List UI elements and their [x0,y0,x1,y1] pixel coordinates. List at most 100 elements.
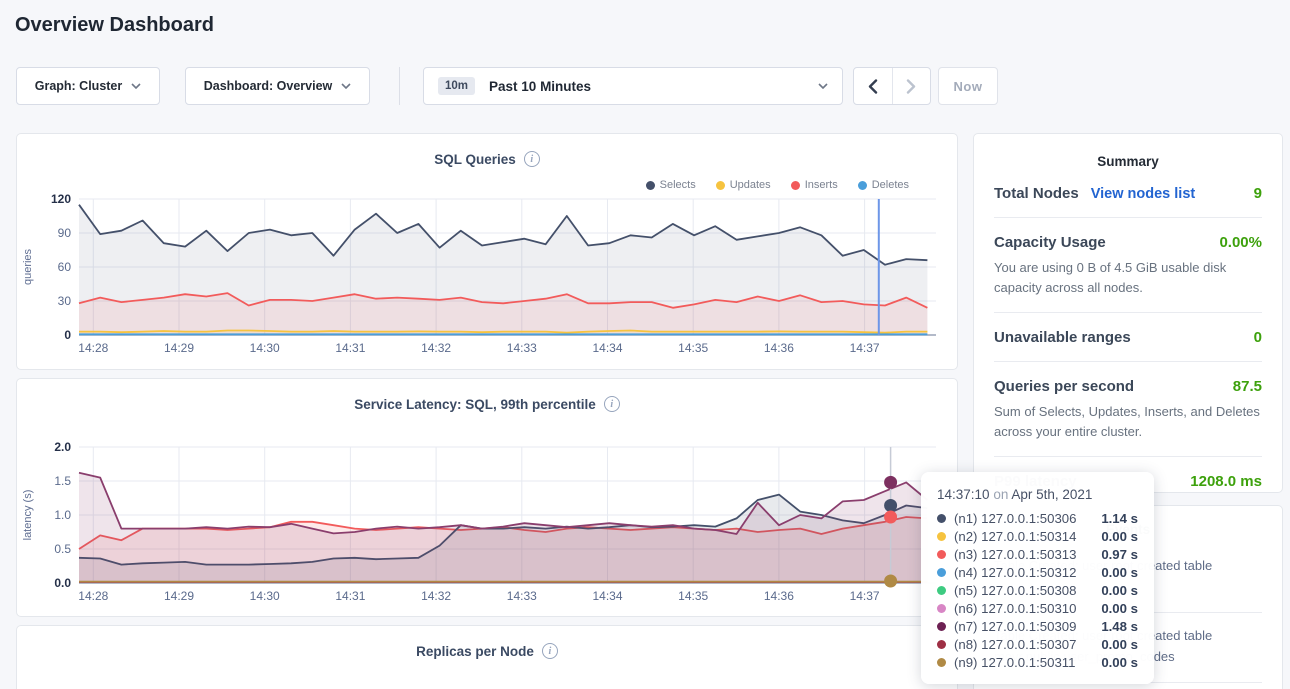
capacity-usage-value: 0.00% [1219,234,1262,251]
node-color-dot [937,640,946,649]
svg-text:60: 60 [58,260,72,274]
unavailable-ranges-value: 0 [1254,329,1262,346]
legend-dot [858,181,867,190]
graph-dropdown[interactable]: Graph: Cluster [16,67,160,105]
node-latency-value: 1.48 s [1101,619,1138,634]
sql-queries-title: SQL Queries [434,152,516,167]
tooltip-node-row: (n4) 127.0.0.1:50312 0.00 s [937,563,1138,581]
legend-item-updates[interactable]: Updates [716,179,771,191]
legend-dot [716,181,725,190]
svg-text:14:34: 14:34 [592,341,622,355]
svg-text:14:37: 14:37 [850,589,880,603]
svg-text:latency (s): latency (s) [22,490,34,541]
info-icon[interactable]: i [604,396,620,412]
summary-title: Summary [994,154,1262,169]
node-latency-value: 0.00 s [1101,583,1138,598]
node-latency-value: 0.00 s [1101,565,1138,580]
svg-text:120: 120 [51,193,71,206]
svg-text:90: 90 [58,226,72,240]
chevron-down-icon [131,83,141,89]
tooltip-node-row: (n6) 127.0.0.1:503100.00 s [937,599,1138,617]
view-nodes-list-link[interactable]: View nodes list [1091,186,1196,202]
dashboard-dropdown[interactable]: Dashboard: Overview [185,67,370,105]
node-address: (n9) 127.0.0.1:50311 [954,655,1075,670]
svg-text:14:37: 14:37 [850,341,880,355]
svg-text:14:35: 14:35 [678,341,708,355]
capacity-usage-label: Capacity Usage [994,234,1106,251]
node-latency-value: 0.00 s [1101,655,1138,670]
node-color-dot [937,622,946,631]
svg-text:14:29: 14:29 [164,341,194,355]
svg-text:14:36: 14:36 [764,341,794,355]
sql-queries-card: SQL Queries i Selects Updates Inserts Delet… [16,133,958,370]
replicas-per-node-card: Replicas per Node i [16,625,958,689]
svg-text:14:30: 14:30 [250,589,280,603]
total-nodes-value: 9 [1254,185,1262,202]
service-latency-chart[interactable]: 0.00.51.01.52.014:2814:2914:3014:3114:32… [17,441,957,607]
tooltip-node-row: (n2) 127.0.0.1:50314 0.00 s [937,527,1138,545]
summary-row-capacity: Capacity Usage 0.00% You are using 0 B o… [994,218,1262,313]
capacity-usage-description: You are using 0 B of 4.5 GiB usable disk… [994,258,1262,297]
svg-text:1.5: 1.5 [54,474,71,488]
tooltip-node-row: (n5) 127.0.0.1:503080.00 s [937,581,1138,599]
node-address: (n3) 127.0.0.1:50313 [954,547,1076,562]
legend-dot [646,181,655,190]
svg-text:1.0: 1.0 [54,508,71,522]
summary-panel: Summary Total Nodes View nodes list 9 Ca… [973,133,1283,493]
node-address: (n4) 127.0.0.1:50312 [954,565,1076,580]
legend-item-inserts[interactable]: Inserts [791,179,838,191]
svg-text:14:28: 14:28 [78,341,108,355]
time-range-dropdown[interactable]: 10m Past 10 Minutes [423,67,843,105]
svg-text:14:29: 14:29 [164,589,194,603]
svg-text:14:30: 14:30 [250,341,280,355]
info-icon[interactable]: i [524,151,540,167]
summary-row-total-nodes: Total Nodes View nodes list 9 [994,169,1262,218]
qps-value: 87.5 [1233,378,1262,395]
node-latency-value: 0.00 s [1101,637,1138,652]
node-color-dot [937,658,946,667]
tooltip-node-row: (n9) 127.0.0.1:50311 0.00 s [937,653,1138,671]
svg-text:2.0: 2.0 [54,441,71,454]
tooltip-node-row: (n8) 127.0.0.1:503070.00 s [937,635,1138,653]
time-nav-group [853,67,931,105]
time-forward-button[interactable] [892,68,931,104]
svg-text:14:33: 14:33 [507,341,537,355]
node-address: (n7) 127.0.0.1:50309 [954,619,1076,634]
legend-item-selects[interactable]: Selects [646,179,696,191]
legend-item-deletes[interactable]: Deletes [858,179,909,191]
info-icon[interactable]: i [542,643,558,659]
chevron-down-icon [818,83,828,89]
qps-label: Queries per second [994,378,1134,395]
node-latency-value: 0.00 s [1101,529,1138,544]
node-color-dot [937,568,946,577]
svg-text:30: 30 [58,294,72,308]
summary-row-unavailable-ranges: Unavailable ranges 0 [994,313,1262,362]
svg-text:0.5: 0.5 [54,542,71,556]
time-range-label: Past 10 Minutes [489,79,591,94]
sql-queries-chart[interactable]: 030609012014:2814:2914:3014:3114:3214:33… [17,193,957,359]
chevron-left-icon [868,79,878,94]
node-latency-value: 0.00 s [1101,601,1138,616]
node-address: (n2) 127.0.0.1:50314 [954,529,1076,544]
dashboard-dropdown-label: Dashboard: Overview [204,79,333,93]
node-color-dot [937,604,946,613]
time-back-button[interactable] [854,68,892,104]
svg-text:0.0: 0.0 [54,576,71,590]
unavailable-ranges-label: Unavailable ranges [994,329,1131,346]
node-color-dot [937,514,946,523]
svg-text:14:28: 14:28 [78,589,108,603]
total-nodes-label: Total Nodes [994,185,1079,202]
svg-text:0: 0 [64,328,71,342]
svg-text:14:34: 14:34 [592,589,622,603]
node-color-dot [937,550,946,559]
node-latency-value: 0.97 s [1101,547,1138,562]
legend-dot [791,181,800,190]
service-latency-title: Service Latency: SQL, 99th percentile [354,397,596,412]
time-range-badge: 10m [438,77,475,95]
svg-text:14:33: 14:33 [507,589,537,603]
toolbar-divider [399,67,400,105]
summary-row-qps: Queries per second 87.5 Sum of Selects, … [994,362,1262,457]
graph-dropdown-label: Graph: Cluster [35,79,123,93]
now-button[interactable]: Now [938,67,998,105]
node-address: (n1) 127.0.0.1:50306 [954,511,1076,526]
